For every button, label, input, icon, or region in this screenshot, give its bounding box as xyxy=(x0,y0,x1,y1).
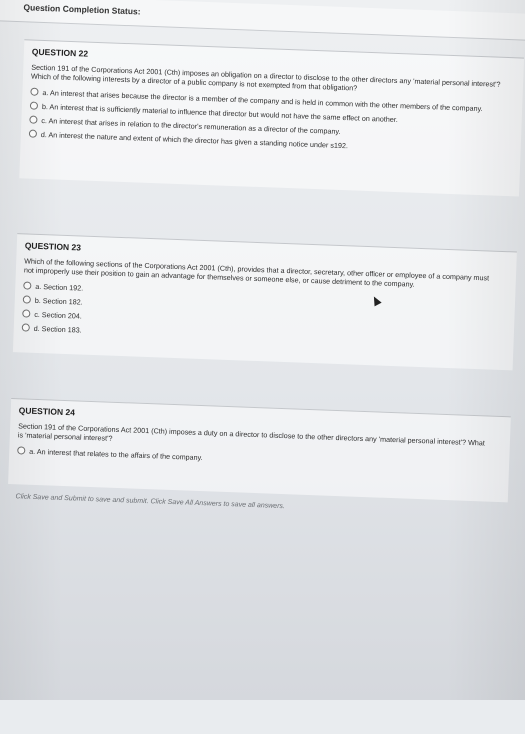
question-completion-status-bar: Question Completion Status: xyxy=(0,0,525,42)
radio-button[interactable] xyxy=(22,309,31,318)
save-instructions: Click Save and Submit to save and submit… xyxy=(15,493,286,511)
radio-button[interactable] xyxy=(30,87,39,96)
option-d[interactable]: d. Section 183. xyxy=(21,322,82,335)
question-title: QUESTION 24 xyxy=(18,405,76,418)
question-title: QUESTION 22 xyxy=(31,46,89,59)
option-label: b. Section 182. xyxy=(34,295,83,307)
radio-button[interactable] xyxy=(29,115,38,124)
radio-button[interactable] xyxy=(28,129,38,138)
option-a[interactable]: a. Section 192. xyxy=(23,280,83,292)
option-a[interactable]: a. An interest that relates to the affai… xyxy=(17,445,203,462)
question-22: QUESTION 22 Section 191 of the Corporati… xyxy=(19,39,525,197)
option-b[interactable]: b. Section 182. xyxy=(22,294,83,307)
screen: Question Completion Status: QUESTION 22 … xyxy=(0,0,525,700)
option-label: a. An interest that relates to the affai… xyxy=(29,446,203,462)
option-label: a. Section 192. xyxy=(35,281,84,293)
question-prompt: Which of the following sections of the C… xyxy=(23,256,490,289)
radio-button[interactable] xyxy=(29,101,39,110)
radio-button[interactable] xyxy=(17,446,26,455)
question-title: QUESTION 23 xyxy=(24,240,82,253)
question-completion-status-label: Question Completion Status: xyxy=(23,2,141,17)
question-24: QUESTION 24 Section 191 of the Corporati… xyxy=(8,398,511,503)
page-content: Question Completion Status: QUESTION 22 … xyxy=(0,0,525,734)
option-c[interactable]: c. Section 204. xyxy=(22,308,82,320)
radio-button[interactable] xyxy=(22,295,31,304)
option-label: d. Section 183. xyxy=(33,323,82,335)
option-label: c. Section 204. xyxy=(34,309,83,321)
question-23: QUESTION 23 Which of the following secti… xyxy=(12,233,517,371)
radio-button[interactable] xyxy=(23,281,32,290)
radio-button[interactable] xyxy=(21,323,30,332)
